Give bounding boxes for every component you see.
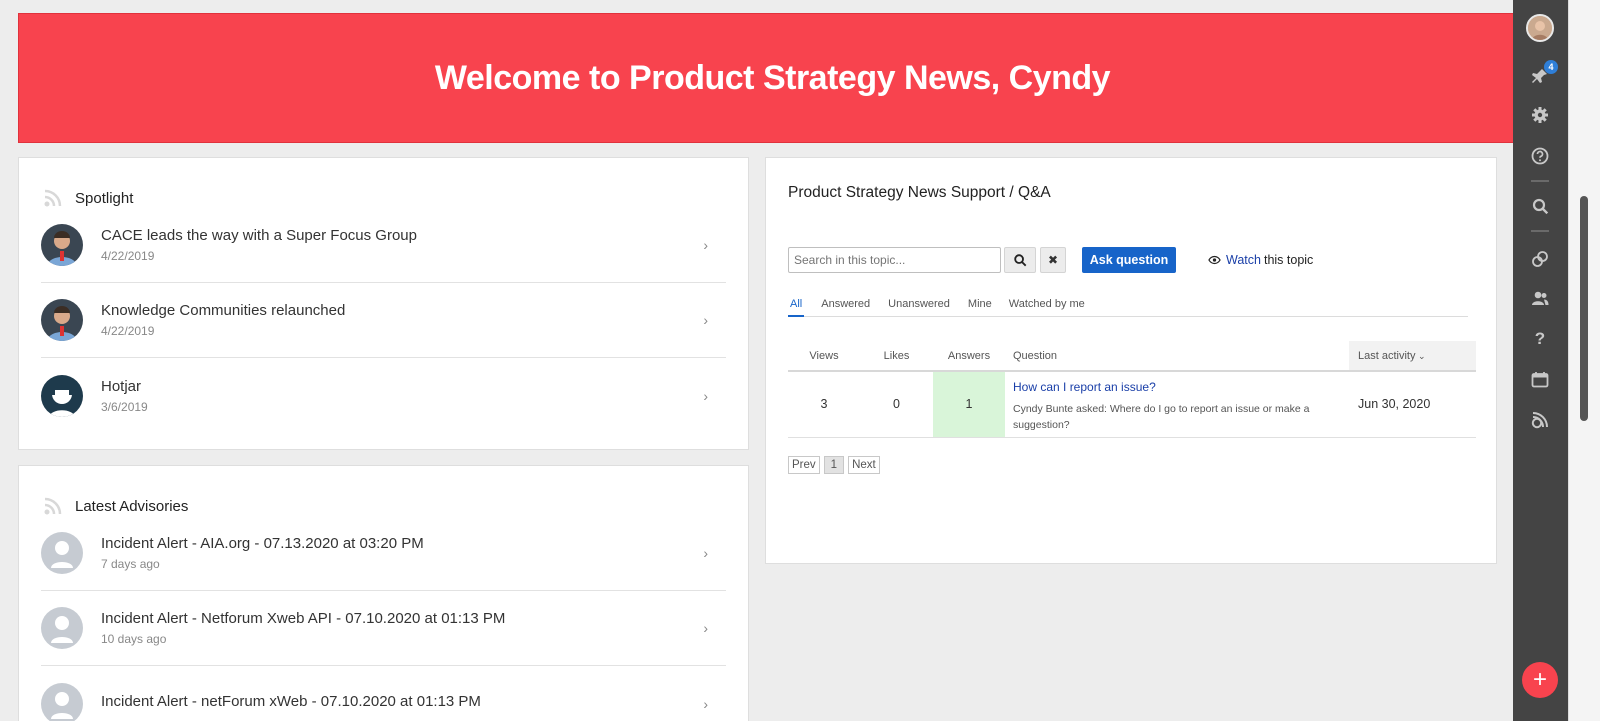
- search-button[interactable]: [1004, 247, 1036, 273]
- chevron-right-icon: ›: [703, 545, 708, 561]
- item-title: Incident Alert - AIA.org - 07.13.2020 at…: [101, 535, 424, 552]
- qa-card: Product Strategy News Support / Q&A ✖ As…: [765, 157, 1497, 564]
- user-avatar[interactable]: [1526, 14, 1554, 42]
- tab-watched[interactable]: Watched by me: [1009, 297, 1085, 317]
- chevron-right-icon: ›: [703, 695, 708, 712]
- cell-likes: 0: [860, 371, 933, 438]
- avatar: [41, 299, 83, 341]
- cell-last-activity: Jun 30, 2020: [1349, 371, 1476, 438]
- right-sidebar: 4 ? +: [1513, 0, 1568, 721]
- spotlight-item[interactable]: Knowledge Communities relaunched 4/22/20…: [41, 283, 726, 358]
- questions-table: Views Likes Answers Question Last activi…: [788, 341, 1476, 438]
- prev-button[interactable]: Prev: [788, 456, 820, 474]
- users-icon[interactable]: [1529, 287, 1551, 309]
- cell-answers: 1: [933, 371, 1005, 438]
- question-link[interactable]: How can I report an issue?: [1013, 380, 1349, 394]
- spotlight-card: Spotlight CACE leads the way with a Supe…: [18, 157, 749, 450]
- item-date: 4/22/2019: [101, 324, 155, 338]
- table-row[interactable]: 3 0 1 How can I report an issue? Cyndy B…: [788, 371, 1476, 438]
- spotlight-title: Spotlight: [75, 189, 134, 207]
- calendar-icon[interactable]: [1529, 368, 1551, 390]
- tab-answered[interactable]: Answered: [821, 297, 870, 317]
- blog-icon[interactable]: [1529, 409, 1551, 431]
- advisories-title: Latest Advisories: [75, 497, 189, 515]
- tab-all[interactable]: All: [788, 297, 805, 317]
- item-title: Incident Alert - netForum xWeb - 07.10.2…: [101, 692, 481, 710]
- notification-badge: 4: [1544, 60, 1558, 74]
- default-avatar-icon: [41, 682, 83, 721]
- watch-topic[interactable]: Watch this topic: [1208, 253, 1313, 267]
- advisory-item[interactable]: Incident Alert - Netforum Xweb API - 07.…: [41, 591, 726, 666]
- qa-tabs: All Answered Unanswered Mine Watched by …: [788, 297, 1468, 317]
- item-date: 4/22/2019: [101, 249, 155, 263]
- advisory-item[interactable]: Incident Alert - AIA.org - 07.13.2020 at…: [41, 516, 726, 591]
- rss-icon: [44, 189, 62, 207]
- tab-mine[interactable]: Mine: [968, 297, 992, 317]
- scrollbar-thumb[interactable]: [1580, 196, 1588, 421]
- search-icon[interactable]: [1529, 195, 1551, 217]
- banner-title: Welcome to Product Strategy News, Cyndy: [434, 58, 1111, 97]
- link-icon[interactable]: [1529, 248, 1551, 270]
- col-answers[interactable]: Answers: [933, 341, 1005, 372]
- question-mark-icon[interactable]: ?: [1529, 328, 1551, 350]
- item-title: Hotjar: [101, 377, 142, 395]
- watch-link[interactable]: Watch: [1226, 253, 1261, 267]
- rss-icon: [44, 497, 62, 515]
- col-last-activity[interactable]: Last activity ⌄: [1349, 341, 1476, 372]
- create-button[interactable]: +: [1522, 662, 1558, 698]
- watch-text: this topic: [1263, 253, 1314, 267]
- spotlight-item[interactable]: CACE leads the way with a Super Focus Gr…: [41, 208, 726, 283]
- item-title: Incident Alert - Netforum Xweb API - 07.…: [101, 610, 506, 627]
- default-avatar-icon: [41, 607, 83, 649]
- chevron-right-icon: ›: [703, 620, 708, 636]
- item-date: 10 days ago: [101, 632, 167, 646]
- scrollbar[interactable]: [1568, 0, 1600, 721]
- close-icon: ✖: [1047, 253, 1059, 267]
- search-input[interactable]: [788, 247, 1001, 273]
- chevron-down-icon: ⌄: [1415, 350, 1426, 361]
- item-title: Knowledge Communities relaunched: [101, 302, 346, 319]
- pagination: Prev 1 Next: [788, 456, 880, 474]
- help-circle-icon[interactable]: [1529, 145, 1551, 167]
- next-button[interactable]: Next: [848, 456, 880, 474]
- question-excerpt: Cyndy Bunte asked: Where do I go to repo…: [1013, 403, 1310, 431]
- avatar: [41, 224, 83, 266]
- welcome-banner: Welcome to Product Strategy News, Cyndy: [18, 13, 1527, 143]
- avatar: [41, 374, 83, 417]
- chevron-right-icon: ›: [703, 237, 708, 253]
- col-last-label: Last activity: [1358, 349, 1416, 362]
- chevron-right-icon: ›: [703, 312, 708, 328]
- item-date: 3/6/2019: [101, 399, 148, 414]
- chevron-right-icon: ›: [703, 387, 708, 404]
- col-question[interactable]: Question: [1005, 341, 1349, 372]
- item-date: 7 days ago: [101, 557, 160, 571]
- tab-unanswered[interactable]: Unanswered: [888, 297, 950, 317]
- ask-question-button[interactable]: Ask question: [1082, 247, 1176, 273]
- item-title: CACE leads the way with a Super Focus Gr…: [101, 227, 417, 244]
- default-avatar-icon: [41, 532, 83, 574]
- search-icon: [1013, 253, 1026, 266]
- clear-search-button[interactable]: ✖: [1040, 247, 1066, 273]
- col-views[interactable]: Views: [788, 341, 860, 372]
- gear-icon[interactable]: [1529, 104, 1551, 126]
- spotlight-item[interactable]: Hotjar 3/6/2019 ›: [41, 358, 726, 433]
- advisories-card: Latest Advisories Incident Alert - AIA.o…: [18, 465, 749, 721]
- col-likes[interactable]: Likes: [860, 341, 933, 372]
- qa-title: Product Strategy News Support / Q&A: [788, 184, 1051, 201]
- cell-views: 3: [788, 371, 860, 438]
- eye-icon: [1208, 255, 1221, 265]
- advisory-item[interactable]: Incident Alert - netForum xWeb - 07.10.2…: [41, 666, 726, 721]
- page-1-button[interactable]: 1: [823, 456, 845, 474]
